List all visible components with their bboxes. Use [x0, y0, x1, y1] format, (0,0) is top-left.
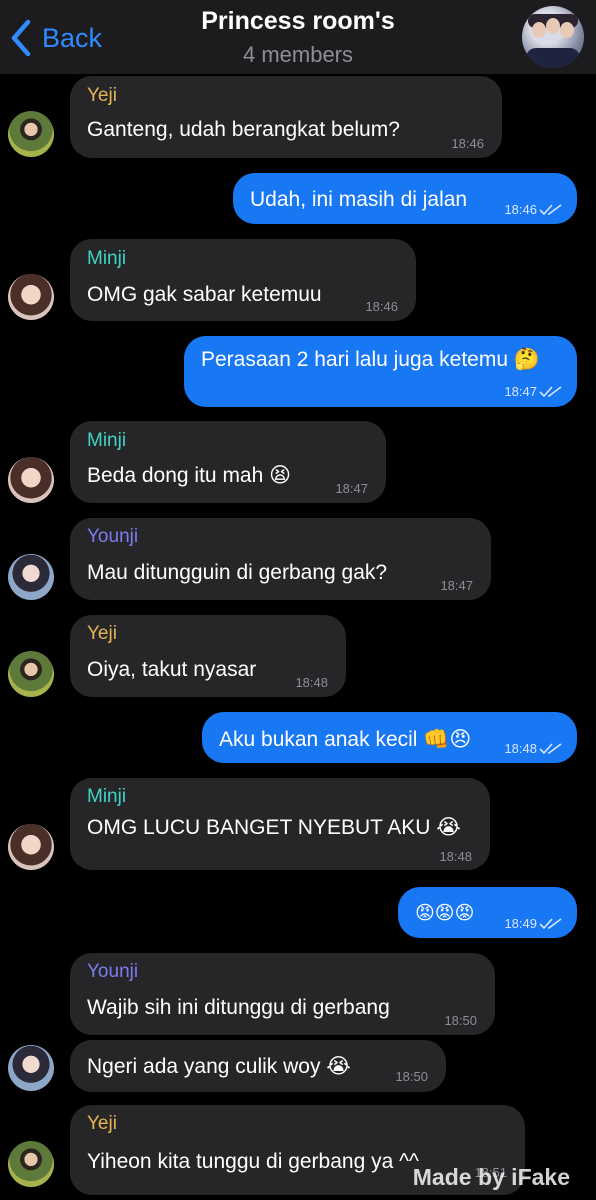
message-bubble-outgoing[interactable]: 😡😡😡 18:49 [398, 887, 577, 938]
message-text: Yiheon kita tunggu di gerbang ya ^^ [87, 1150, 419, 1173]
message-bubble[interactable]: Younji Mau ditungguin di gerbang gak? 18… [70, 518, 491, 600]
message-bubble[interactable]: Minji OMG LUCU BANGET NYEBUT AKU 😭 18:48 [70, 778, 490, 870]
read-checkmarks-icon [539, 918, 562, 930]
message-bubble-outgoing[interactable]: Udah, ini masih di jalan 18:46 [233, 173, 577, 224]
message-text: Perasaan 2 hari lalu juga ketemu 🤔 [201, 348, 541, 371]
watermark: Made by iFake [412, 1164, 570, 1190]
avatar-yeji[interactable] [8, 651, 54, 697]
read-checkmarks-icon [539, 743, 562, 755]
message-time: 18:50 [444, 1013, 477, 1028]
message-text: Beda dong itu mah 😫 [87, 464, 292, 487]
sender-name: Younji [87, 526, 139, 547]
message-text: OMG LUCU BANGET NYEBUT AKU 😭 [87, 816, 461, 839]
message-bubble[interactable]: Minji OMG gak sabar ketemuu 18:46 [70, 239, 416, 321]
message-time: 18:46 [365, 299, 398, 314]
chat-header: Back Princess room's 4 members [0, 0, 596, 74]
message-time: 18:48 [295, 675, 328, 690]
message-bubble[interactable]: Minji Beda dong itu mah 😫 18:47 [70, 421, 386, 503]
message-text: Aku bukan anak kecil 👊😠 [219, 728, 472, 751]
message-text: Udah, ini masih di jalan [250, 188, 468, 211]
sender-name: Minji [87, 786, 127, 807]
message-text: 😡😡😡 [415, 903, 475, 924]
member-count: 4 members [242, 42, 354, 67]
message-bubble[interactable]: Younji Wajib sih ini ditunggu di gerbang… [70, 953, 495, 1035]
avatar-yeji[interactable] [8, 111, 54, 157]
read-checkmarks-icon [539, 204, 562, 216]
message-time: 18:46 [451, 136, 484, 151]
message-bubble[interactable]: Yeji Ganteng, udah berangkat belum? 18:4… [70, 76, 502, 158]
message-time: 18:47 [335, 481, 368, 496]
message-bubble-outgoing[interactable]: Aku bukan anak kecil 👊😠 18:48 [202, 712, 577, 763]
sender-name: Minji [87, 248, 127, 269]
message-time: 18:46 [504, 202, 537, 217]
message-text: OMG gak sabar ketemuu [87, 283, 322, 306]
message-bubble[interactable]: Yeji Oiya, takut nyasar 18:48 [70, 615, 346, 697]
message-time: 18:48 [439, 849, 472, 864]
avatar-younji[interactable] [8, 554, 54, 600]
message-bubble[interactable]: Ngeri ada yang culik woy 😭 18:50 [70, 1040, 446, 1092]
message-time: 18:47 [504, 384, 537, 399]
message-time: 18:48 [504, 741, 537, 756]
avatar-minji[interactable] [8, 457, 54, 503]
message-time: 18:47 [440, 578, 473, 593]
group-avatar[interactable] [522, 6, 584, 68]
message-text: Oiya, takut nyasar [87, 658, 257, 681]
sender-name: Minji [87, 430, 127, 451]
avatar-younji[interactable] [8, 1045, 54, 1091]
avatar-minji[interactable] [8, 274, 54, 320]
avatar-minji[interactable] [8, 824, 54, 870]
sender-name: Younji [87, 961, 139, 982]
message-time: 18:50 [395, 1069, 428, 1084]
read-checkmarks-icon [539, 386, 562, 398]
message-text: Mau ditungguin di gerbang gak? [87, 561, 388, 584]
sender-name: Yeji [87, 623, 117, 644]
sender-name: Yeji [87, 85, 117, 106]
group-title[interactable]: Princess room's [0, 7, 596, 36]
sender-name: Yeji [87, 1113, 117, 1134]
message-text: Ngeri ada yang culik woy 😭 [87, 1055, 351, 1078]
message-text: Wajib sih ini ditunggu di gerbang [87, 996, 390, 1019]
avatar-yeji[interactable] [8, 1141, 54, 1187]
message-bubble-outgoing[interactable]: Perasaan 2 hari lalu juga ketemu 🤔 18:47 [184, 336, 577, 407]
message-text: Ganteng, udah berangkat belum? [87, 118, 400, 141]
message-time: 18:49 [504, 916, 537, 931]
